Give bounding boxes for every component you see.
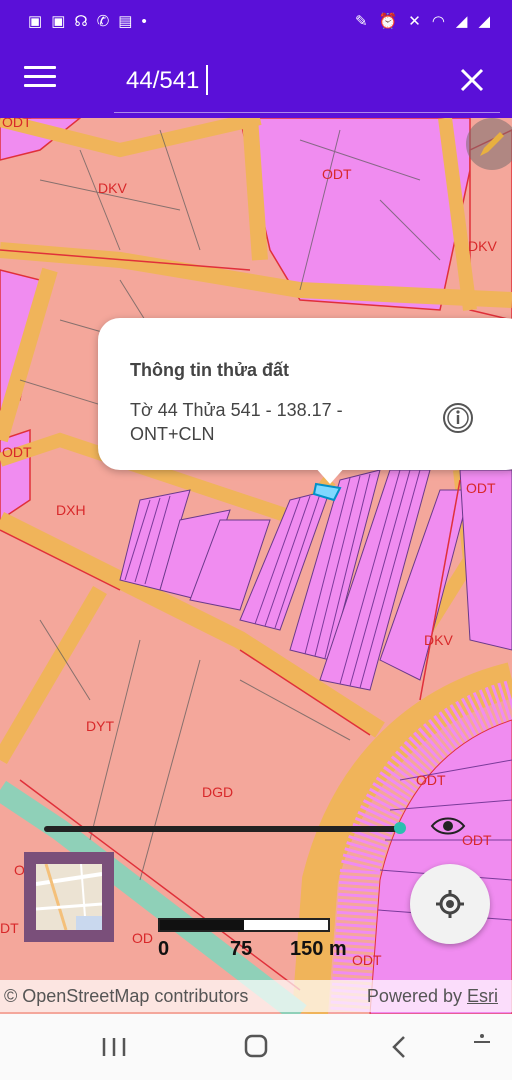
crosshair-icon <box>436 890 464 918</box>
zone-label: DGD <box>202 784 234 800</box>
map-attribution: © OpenStreetMap contributors Powered by … <box>0 980 512 1012</box>
scale-label: 75 <box>230 938 253 960</box>
dot-icon: • <box>141 12 147 30</box>
keyboard-hide-icon[interactable] <box>470 1028 494 1052</box>
zone-label: ODT <box>322 166 352 182</box>
info-icon[interactable] <box>442 402 474 434</box>
status-icons-right: ✎ ⏰ ✕ ◠ ◢ ◢ <box>355 12 490 30</box>
zone-label: OD <box>132 930 153 946</box>
measure-endpoint[interactable] <box>394 822 406 834</box>
mute-icon: ✕ <box>408 13 421 30</box>
esri-link[interactable]: Esri <box>467 986 498 1006</box>
status-bar: ▣ ▣ ☊ ✆ ▤ • ✎ ⏰ ✕ ◠ ◢ ◢ <box>0 0 512 44</box>
search-underline <box>114 112 500 113</box>
text-cursor <box>206 65 208 95</box>
zone-label: DXH <box>56 502 86 518</box>
menu-button[interactable] <box>24 66 56 96</box>
scale-label: 150 m <box>290 938 347 960</box>
close-icon[interactable] <box>458 66 486 94</box>
recent-apps-icon[interactable] <box>94 1030 134 1064</box>
overview-map[interactable] <box>24 852 114 942</box>
parcel-info-popup: Thông tin thửa đất Tờ 44 Thửa 541 - 138.… <box>98 318 512 470</box>
my-location-button[interactable] <box>410 864 490 944</box>
search-input[interactable] <box>124 62 448 100</box>
zone-label: DKV <box>468 238 497 254</box>
system-nav-bar <box>0 1014 512 1080</box>
osm-attribution: © OpenStreetMap contributors <box>4 986 249 1006</box>
popup-body: Tờ 44 Thửa 541 - 138.17 - ONT+CLN <box>130 400 343 444</box>
zone-label: ODT <box>462 832 492 848</box>
edit-button[interactable] <box>466 118 512 170</box>
esri-attribution: Powered by Esri <box>367 986 498 1007</box>
wifi-icon: ◠ <box>431 13 445 30</box>
zone-label: DKV <box>424 632 453 648</box>
powered-by-label: Powered by <box>366 986 462 1006</box>
calendar-icon: ▤ <box>118 13 133 30</box>
zone-label: DKV <box>98 180 127 196</box>
wifi-icon: ☊ <box>74 13 88 30</box>
zone-label: ODT <box>2 444 32 460</box>
menu-icon <box>24 66 56 69</box>
zone-label: ODT <box>2 118 32 130</box>
zone-label: ODT <box>352 952 382 968</box>
menu-icon-line <box>24 75 56 78</box>
home-icon[interactable] <box>236 1030 276 1064</box>
overview-map-thumbnail <box>36 864 102 930</box>
menu-icon-line <box>24 84 56 87</box>
pencil-icon <box>480 132 504 156</box>
pen-icon: ✎ <box>354 13 368 30</box>
missed-call-icon: ✆ <box>96 13 110 30</box>
measure-line <box>44 826 402 832</box>
app-bar <box>0 44 512 118</box>
popup-title: Thông tin thửa đất <box>130 360 290 380</box>
popup-pointer <box>314 466 346 484</box>
zone-label: ODT <box>416 772 446 788</box>
scale-label: 0 <box>158 938 170 960</box>
eye-icon[interactable] <box>430 814 466 838</box>
image-icon: ▣ <box>28 13 43 30</box>
back-icon[interactable] <box>380 1030 420 1064</box>
signal-icon: ◢ <box>455 13 468 30</box>
status-icons-left: ▣ ▣ ☊ ✆ ▤ • <box>28 12 147 31</box>
zone-label: ODT <box>466 480 496 496</box>
image-icon: ▣ <box>51 13 66 30</box>
signal-icon: ◢ <box>478 13 490 30</box>
zone-label: DT <box>0 920 19 936</box>
zone-label: DYT <box>86 718 114 734</box>
map-view[interactable]: ODT DKV ODT DKV ODT DXH ODT DKV DYT DGD … <box>0 118 512 1014</box>
scale-bar-graphic <box>158 918 330 932</box>
alarm-icon: ⏰ <box>378 13 398 30</box>
